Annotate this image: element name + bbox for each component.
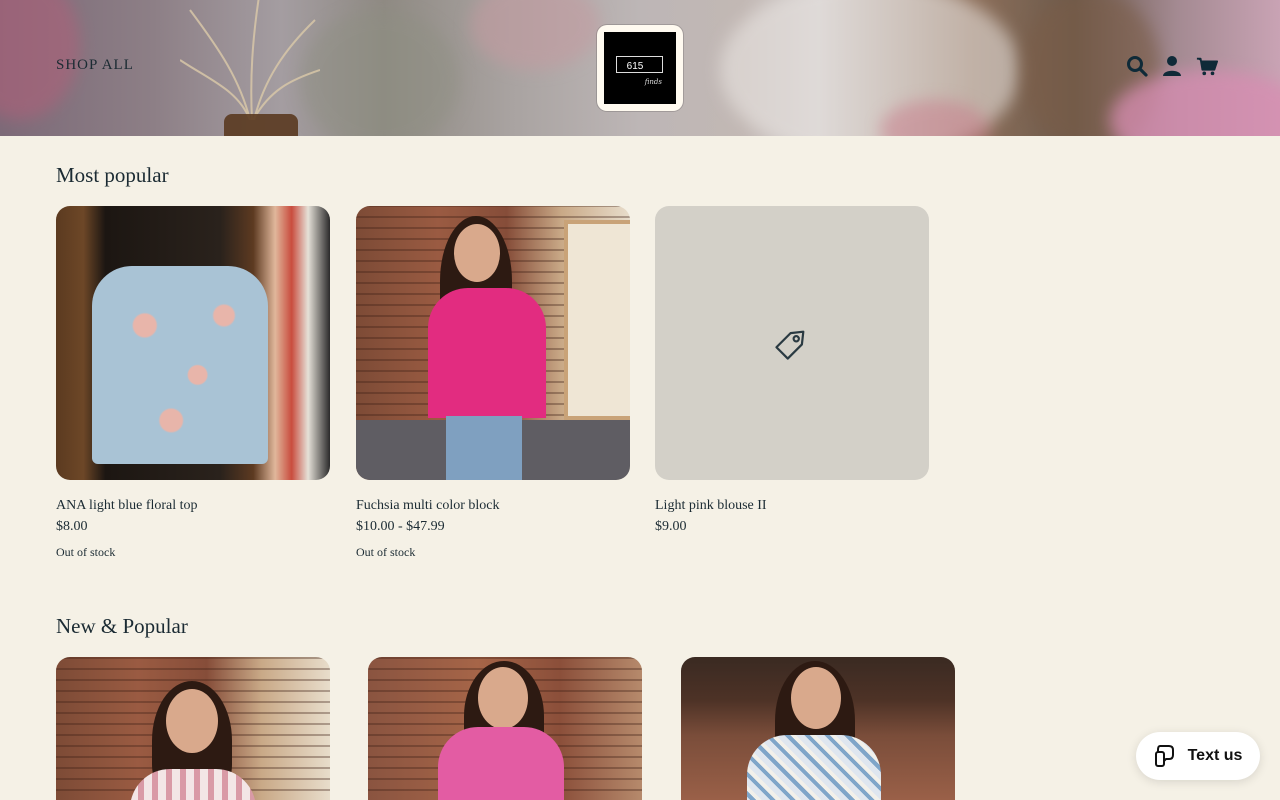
product-card [681, 657, 955, 800]
striped-top [130, 769, 256, 800]
model-face [478, 667, 528, 729]
cart-icon[interactable] [1196, 54, 1218, 78]
chat-phone-icon [1154, 745, 1174, 767]
header-background-shape [470, 0, 600, 70]
product-name[interactable]: Light pink blouse II [655, 498, 929, 514]
model-face [791, 667, 841, 729]
product-name[interactable]: Fuchsia multi color block [356, 498, 630, 514]
jeans [446, 416, 522, 480]
product-price: $9.00 [655, 519, 687, 534]
store-logo[interactable]: 615 finds [597, 25, 683, 111]
earring-display-board [564, 220, 630, 420]
stock-status: Out of stock [56, 545, 116, 559]
header-actions [1126, 54, 1218, 78]
text-us-label: Text us [1187, 747, 1243, 764]
floral-dress [747, 735, 881, 800]
text-us-button[interactable]: Text us [1136, 732, 1260, 780]
logo-text: 615 [626, 60, 644, 72]
product-image[interactable] [681, 657, 955, 800]
pampas-grass-decoration [180, 0, 320, 120]
product-image[interactable] [56, 657, 330, 800]
stock-status: Out of stock [356, 545, 416, 559]
model-face [454, 224, 500, 282]
account-icon[interactable] [1161, 54, 1183, 78]
product-image-placeholder[interactable] [655, 206, 929, 480]
product-name[interactable]: ANA light blue floral top [56, 498, 330, 514]
logo-mark: 615 finds [604, 32, 676, 104]
logo-script: finds [644, 78, 662, 86]
product-price: $8.00 [56, 519, 88, 534]
fuchsia-pullover [428, 288, 546, 418]
search-icon[interactable] [1126, 54, 1148, 78]
price-tag-icon [775, 330, 805, 360]
pink-ruffle-top [438, 727, 564, 800]
product-card: ANA light blue floral top $8.00 Out of s… [56, 206, 330, 560]
product-card [56, 657, 330, 800]
floral-top-image [92, 266, 268, 464]
section-title-new-popular: New & Popular [56, 614, 188, 638]
model-face [166, 689, 218, 753]
shop-all-link[interactable]: SHOP ALL [56, 57, 134, 74]
product-image[interactable] [368, 657, 642, 800]
header-background-shape [300, 10, 460, 136]
product-image[interactable] [356, 206, 630, 480]
section-title-most-popular: Most popular [56, 163, 169, 187]
product-card: Fuchsia multi color block $10.00 - $47.9… [356, 206, 630, 560]
product-card: Light pink blouse II $9.00 [655, 206, 929, 535]
product-card [368, 657, 642, 800]
product-price: $10.00 - $47.99 [356, 519, 445, 534]
site-header: SHOP ALL 615 finds [0, 0, 1280, 136]
vase-decoration [224, 114, 298, 136]
product-image[interactable] [56, 206, 330, 480]
